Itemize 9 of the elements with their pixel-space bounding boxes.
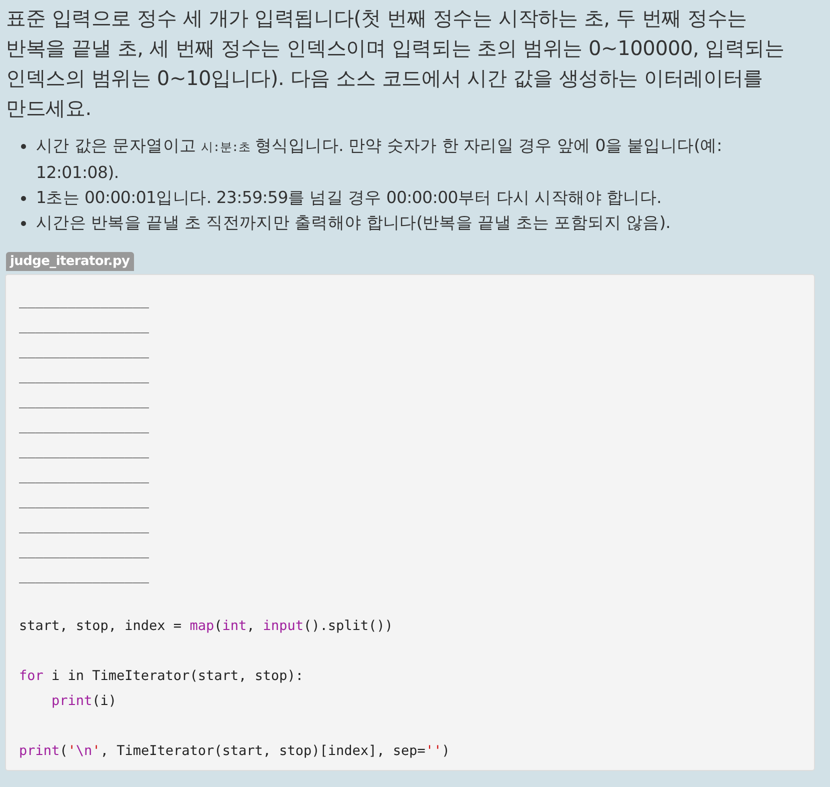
problem-statement: 표준 입력으로 정수 세 개가 입력됩니다(첫 번째 정수는 시작하는 초, 두 번째 정수는 반복을 끝낼 초, 세 번째 정수는 인덱스이며 입력되는 초의 범위는 0~100000, 입력되는 인덱스의 범위는 0~10입니다). 다음 소스 코드에서 시간 값을 생성하는 이터레이터를 만드세요.	[5, 5, 786, 122]
bullet-icon	[21, 221, 26, 226]
bullet-icon	[21, 144, 26, 149]
code-block: ________________ ________________ ________________ ________________ ________________ ________________ ________________ ________________ ________________ ________________ ________________ ________________ start, stop, index = map(int, input().split()) for i in TimeIterator(start, stop): print(i) print('\n', TimeIterator(start, stop)[index], sep='')	[5, 274, 815, 771]
bullet-text: 시간 값은 문자열이고 시:분:초 형식입니다. 만약 숫자가 한 자리일 경우 앞에 0을 붙입니다(예: 12:01:08).	[36, 136, 722, 182]
file-label: judge_iterator.py	[6, 252, 134, 271]
bullet-icon	[21, 196, 26, 201]
bullet-text: 시간은 반복을 끝낼 초 직전까지만 출력해야 합니다(반복을 끝낼 초는 포함되지 않음).	[36, 213, 670, 232]
bullet-text: 1초는 00:00:01입니다. 23:59:59를 넘길 경우 00:00:00부터 다시 시작해야 합니다.	[36, 188, 662, 207]
